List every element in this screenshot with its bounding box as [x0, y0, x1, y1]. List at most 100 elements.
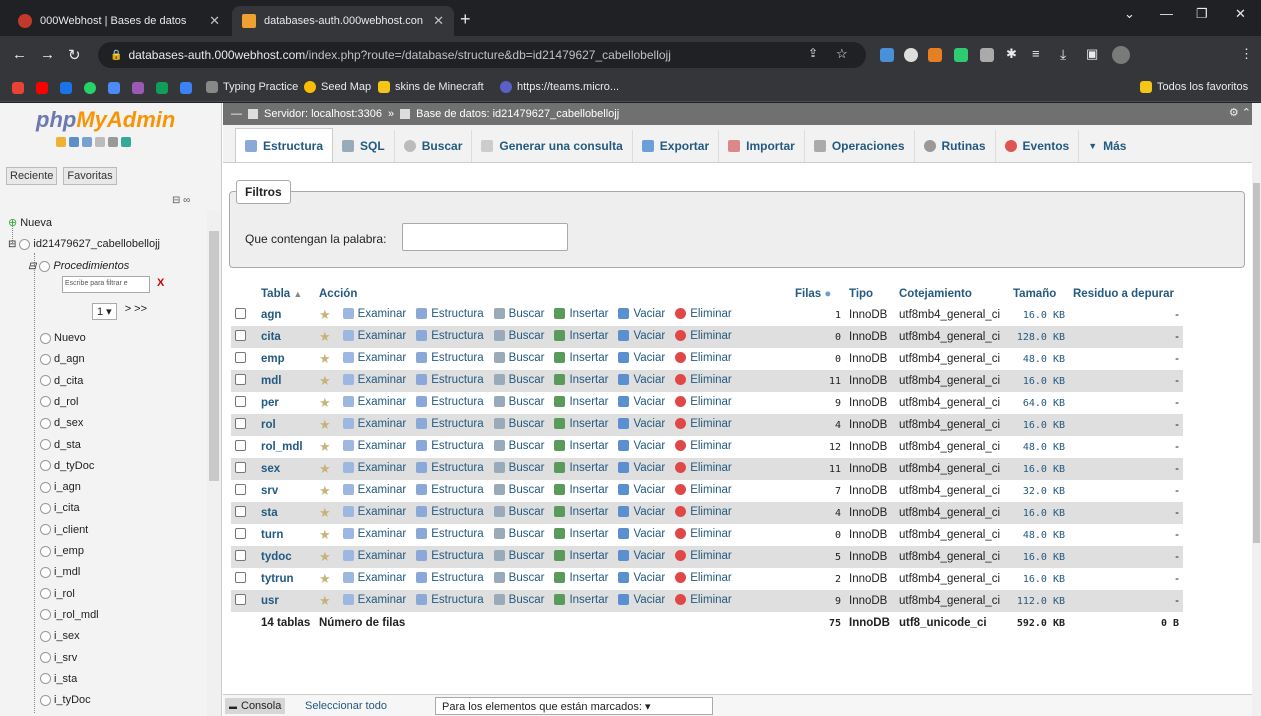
empty-action[interactable]: Vaciar	[618, 330, 665, 342]
youtube-icon[interactable]	[36, 82, 48, 94]
row-checkbox[interactable]	[235, 550, 246, 561]
row-checkbox[interactable]	[235, 352, 246, 363]
browse-action[interactable]: Examinar	[342, 484, 406, 496]
search-action[interactable]: Buscar	[493, 418, 544, 430]
search-action[interactable]: Buscar	[493, 330, 544, 342]
browser-tab-phpmyadmin[interactable]: databases-auth.000webhost.con ✕	[232, 6, 454, 36]
tree-item[interactable]: i_agn	[40, 481, 81, 493]
collapse-nav-icon[interactable]: —	[231, 108, 242, 120]
empty-action[interactable]: Vaciar	[618, 462, 665, 474]
favorite-star-icon[interactable]: ★	[319, 593, 331, 608]
tab-import[interactable]: Importar	[719, 130, 805, 162]
structure-action[interactable]: Estructura	[416, 484, 484, 496]
favorite-star-icon[interactable]: ★	[319, 351, 331, 366]
size-link[interactable]: 64.0 KB	[1009, 392, 1069, 414]
insert-action[interactable]: Insertar	[554, 352, 608, 364]
structure-action[interactable]: Estructura	[416, 396, 484, 408]
browse-action[interactable]: Examinar	[342, 396, 406, 408]
size-link[interactable]: 112.0 KB	[1009, 590, 1069, 612]
bookmark-seed-map[interactable]: Seed Map	[304, 81, 371, 93]
table-name-link[interactable]: usr	[257, 590, 315, 612]
insert-action[interactable]: Insertar	[554, 440, 608, 452]
next-page-button[interactable]: > >>	[125, 303, 147, 320]
tab-routines[interactable]: Rutinas	[915, 130, 996, 162]
size-link[interactable]: 16.0 KB	[1009, 568, 1069, 590]
extension-icon[interactable]	[904, 48, 918, 62]
empty-action[interactable]: Vaciar	[618, 528, 665, 540]
size-link[interactable]: 48.0 KB	[1009, 436, 1069, 458]
bookmark-icon[interactable]	[108, 82, 120, 94]
settings-icon[interactable]: ⚙ ⌃	[1229, 106, 1251, 119]
drop-action[interactable]: Eliminar	[675, 308, 732, 320]
drop-action[interactable]: Eliminar	[675, 396, 732, 408]
search-action[interactable]: Buscar	[493, 484, 544, 496]
tree-item[interactable]: i_emp	[40, 545, 84, 557]
insert-action[interactable]: Insertar	[554, 462, 608, 474]
empty-action[interactable]: Vaciar	[618, 572, 665, 584]
side-panel-icon[interactable]: ▣	[1086, 46, 1098, 62]
table-name-link[interactable]: rol_mdl	[257, 436, 315, 458]
favorite-star-icon[interactable]: ★	[319, 571, 331, 586]
col-table[interactable]: Tabla ▲	[257, 283, 315, 304]
table-name-link[interactable]: sex	[257, 458, 315, 480]
structure-action[interactable]: Estructura	[416, 352, 484, 364]
filter-word-input[interactable]	[402, 223, 568, 251]
extension-icon[interactable]	[880, 48, 894, 62]
empty-action[interactable]: Vaciar	[618, 308, 665, 320]
tree-item[interactable]: d_sex	[40, 417, 83, 429]
tree-item[interactable]: i_client	[40, 524, 88, 536]
extensions-puzzle-icon[interactable]: ✱	[1006, 46, 1017, 62]
clear-filter-button[interactable]: X	[157, 277, 164, 289]
size-link[interactable]: 32.0 KB	[1009, 480, 1069, 502]
url-field[interactable]: 🔒 databases-auth.000webhost.com/index.ph…	[98, 42, 866, 68]
tree-item[interactable]: i_rol	[40, 588, 75, 600]
empty-action[interactable]: Vaciar	[618, 594, 665, 606]
insert-action[interactable]: Insertar	[554, 418, 608, 430]
structure-action[interactable]: Estructura	[416, 330, 484, 342]
profile-avatar[interactable]	[1112, 46, 1130, 64]
tab-more[interactable]: ▼ Más	[1079, 130, 1135, 162]
phpmyadmin-logo[interactable]: phpMyAdmin	[36, 107, 175, 133]
empty-action[interactable]: Vaciar	[618, 440, 665, 452]
drive-icon[interactable]	[156, 82, 168, 94]
search-action[interactable]: Buscar	[493, 528, 544, 540]
favorite-star-icon[interactable]: ★	[319, 439, 331, 454]
tab-export[interactable]: Exportar	[633, 130, 720, 162]
row-checkbox[interactable]	[235, 330, 246, 341]
row-checkbox[interactable]	[235, 440, 246, 451]
extension-icon[interactable]	[954, 48, 968, 62]
row-checkbox[interactable]	[235, 506, 246, 517]
tree-item[interactable]: i_sta	[40, 673, 77, 685]
maximize-icon[interactable]: ❐	[1196, 6, 1208, 22]
row-checkbox[interactable]	[235, 462, 246, 473]
main-scrollbar[interactable]	[1252, 103, 1261, 716]
collapse-icon[interactable]: ⊟	[8, 239, 16, 250]
row-checkbox[interactable]	[235, 396, 246, 407]
tree-item[interactable]: d_agn	[40, 353, 85, 365]
tree-item[interactable]: Nuevo	[40, 332, 86, 344]
size-link[interactable]: 48.0 KB	[1009, 348, 1069, 370]
page-select[interactable]: 1 ▾	[92, 303, 117, 320]
size-link[interactable]: 48.0 KB	[1009, 524, 1069, 546]
size-link[interactable]: 16.0 KB	[1009, 414, 1069, 436]
insert-action[interactable]: Insertar	[554, 308, 608, 320]
structure-action[interactable]: Estructura	[416, 462, 484, 474]
table-name-link[interactable]: mdl	[257, 370, 315, 392]
drop-action[interactable]: Eliminar	[675, 484, 732, 496]
row-checkbox[interactable]	[235, 484, 246, 495]
search-action[interactable]: Buscar	[493, 374, 544, 386]
insert-action[interactable]: Insertar	[554, 528, 608, 540]
tab-search-icon[interactable]: ⌄	[1124, 6, 1135, 22]
browse-action[interactable]: Examinar	[342, 352, 406, 364]
logout-icon[interactable]	[69, 137, 79, 147]
tree-item[interactable]: i_mdl	[40, 566, 80, 578]
tab-query[interactable]: Generar una consulta	[472, 130, 633, 162]
table-name-link[interactable]: agn	[257, 304, 315, 326]
collapse-icon[interactable]: ⊟	[28, 261, 36, 272]
browse-action[interactable]: Examinar	[342, 506, 406, 518]
table-name-link[interactable]: turn	[257, 524, 315, 546]
browse-action[interactable]: Examinar	[342, 330, 406, 342]
reload-nav-icon[interactable]	[121, 137, 131, 147]
structure-action[interactable]: Estructura	[416, 550, 484, 562]
tree-procedures[interactable]: ⊟ Procedimientos	[28, 260, 129, 272]
